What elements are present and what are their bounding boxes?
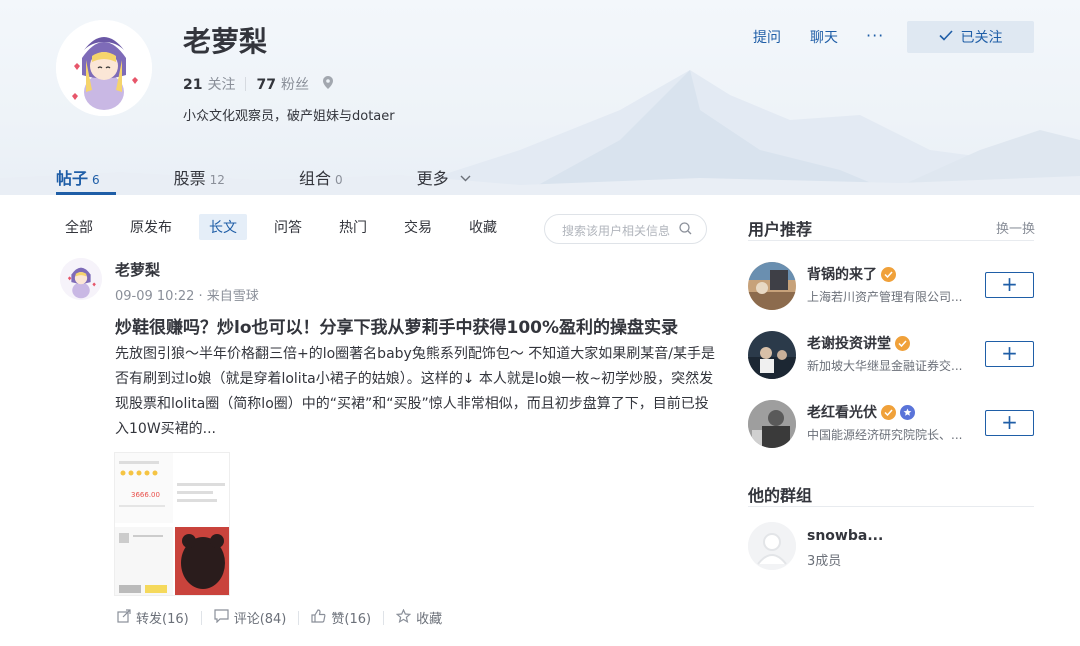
filter-hot[interactable]: 热门 — [329, 214, 377, 240]
post-author-name[interactable]: 老萝梨 — [115, 259, 160, 280]
divider — [245, 77, 247, 91]
avatar[interactable] — [748, 262, 796, 310]
profile-tabs: 帖子 6 股票 12 组合 0 更多 — [40, 155, 529, 195]
location-icon — [322, 75, 333, 93]
profile-name: 老萝梨 — [183, 25, 268, 58]
comment-label: 评论(84) — [233, 612, 287, 627]
recommended-user-desc: 中国能源经济研究院院长、... — [807, 428, 963, 442]
profile-stats: 21 关注 77 粉丝 — [183, 74, 333, 94]
more-options-button[interactable]: ··· — [866, 26, 884, 45]
post-actions: 转发(16) 评论(84) 赞(16) 收藏 — [117, 608, 442, 627]
recommended-user-desc: 新加坡大华继显金融证券交... — [807, 359, 963, 373]
profile-avatar[interactable] — [56, 20, 152, 116]
divider — [383, 610, 385, 625]
search-placeholder: 搜索该用户相关信息 — [562, 224, 671, 238]
followers-stat[interactable]: 77 粉丝 — [256, 74, 308, 94]
tab-more[interactable]: 更多 — [401, 155, 487, 195]
divider — [748, 506, 1034, 507]
comment-icon — [214, 608, 229, 627]
comment-button[interactable]: 评论(84) — [214, 608, 287, 627]
filter-original[interactable]: 原发布 — [120, 214, 182, 240]
divider — [298, 610, 300, 625]
recommended-user-name[interactable]: 背锅的来了 — [807, 264, 896, 284]
filter-long-article[interactable]: 长文 — [199, 214, 247, 240]
verified-badge-icon — [881, 404, 896, 420]
post-excerpt[interactable]: 先放图引狼～半年价格翻三倍+的lo圈著名baby兔熊系列配饰包～ 不知道大家如果… — [115, 342, 715, 442]
group-name[interactable]: snowba... — [807, 528, 883, 544]
tab-posts[interactable]: 帖子 6 — [40, 155, 116, 195]
filter-qa[interactable]: 问答 — [264, 214, 312, 240]
post-image-thumbnail[interactable]: 3666.00 — [114, 452, 230, 596]
post-author-avatar[interactable] — [60, 258, 102, 300]
tab-stocks[interactable]: 股票 12 — [158, 155, 241, 195]
like-button[interactable]: 赞(16) — [311, 608, 371, 627]
post-title[interactable]: 炒鞋很赚吗？炒lo也可以！分享下我从萝莉手中获得100%盈利的操盘实录 — [115, 313, 715, 338]
post-filter-bar: 全部 原发布 长文 问答 热门 交易 收藏 — [55, 214, 524, 240]
filter-all[interactable]: 全部 — [55, 214, 103, 240]
following-stat[interactable]: 21 关注 — [183, 74, 235, 94]
user-search-input[interactable]: 搜索该用户相关信息 — [544, 214, 707, 244]
follow-user-button[interactable]: + — [985, 341, 1034, 367]
tab-portfolios[interactable]: 组合 0 — [283, 155, 359, 195]
recommended-user-name[interactable]: 老红看光伏 — [807, 402, 915, 422]
collect-label: 收藏 — [416, 612, 443, 627]
chevron-down-icon — [460, 167, 471, 186]
thumb-price: 3666.00 — [131, 491, 160, 499]
avatar[interactable] — [748, 331, 796, 379]
recommended-user: 老谢投资讲堂 新加坡大华继显金融证券交... + — [748, 331, 1034, 381]
follow-user-button[interactable]: + — [985, 410, 1034, 436]
avatar[interactable] — [748, 400, 796, 448]
repost-button[interactable]: 转发(16) — [117, 608, 189, 627]
group-avatar — [748, 522, 796, 570]
collect-button[interactable]: 收藏 — [395, 608, 443, 627]
recommended-user-desc: 上海若川资产管理有限公司... — [807, 290, 963, 304]
filter-trade[interactable]: 交易 — [394, 214, 442, 240]
divider — [200, 610, 202, 625]
star-badge-icon — [900, 404, 915, 420]
recommended-user: 背锅的来了 上海若川资产管理有限公司... + — [748, 262, 1034, 312]
divider — [748, 240, 1034, 241]
search-icon[interactable] — [679, 222, 692, 238]
share-icon — [117, 608, 131, 627]
verified-badge-icon — [895, 335, 910, 351]
repost-label: 转发(16) — [136, 612, 189, 627]
thumbs-up-icon — [311, 608, 326, 627]
followed-label: 已关注 — [960, 30, 1003, 46]
recommended-user: 老红看光伏 中国能源经济研究院院长、... + — [748, 400, 1034, 450]
group-item[interactable]: snowba... 3成员 — [748, 522, 1034, 572]
chat-button[interactable]: 聊天 — [810, 27, 838, 47]
check-icon — [938, 29, 953, 45]
profile-bio: 小众文化观察员，破产姐妹与dotaer — [183, 109, 395, 124]
like-label: 赞(16) — [331, 612, 372, 627]
star-icon — [395, 608, 412, 627]
profile-header: 老萝梨 21 关注 77 粉丝 小众文化观察员，破产姐妹与dotaer 提问 聊天 … — [0, 0, 1080, 195]
refresh-recommend-link[interactable]: 换一换 — [996, 218, 1035, 237]
ask-button[interactable]: 提问 — [753, 27, 781, 47]
recommended-user-name[interactable]: 老谢投资讲堂 — [807, 333, 910, 353]
filter-favorites[interactable]: 收藏 — [459, 214, 507, 240]
group-member-count: 3成员 — [807, 554, 842, 569]
verified-badge-icon — [881, 266, 896, 282]
post-timestamp: 09-09 10:22 · 来自雪球 — [115, 289, 259, 304]
follow-user-button[interactable]: + — [985, 272, 1034, 298]
user-recommend-title: 用户推荐 — [748, 220, 813, 239]
followed-button[interactable]: 已关注 — [907, 21, 1034, 53]
groups-title: 他的群组 — [748, 486, 813, 505]
